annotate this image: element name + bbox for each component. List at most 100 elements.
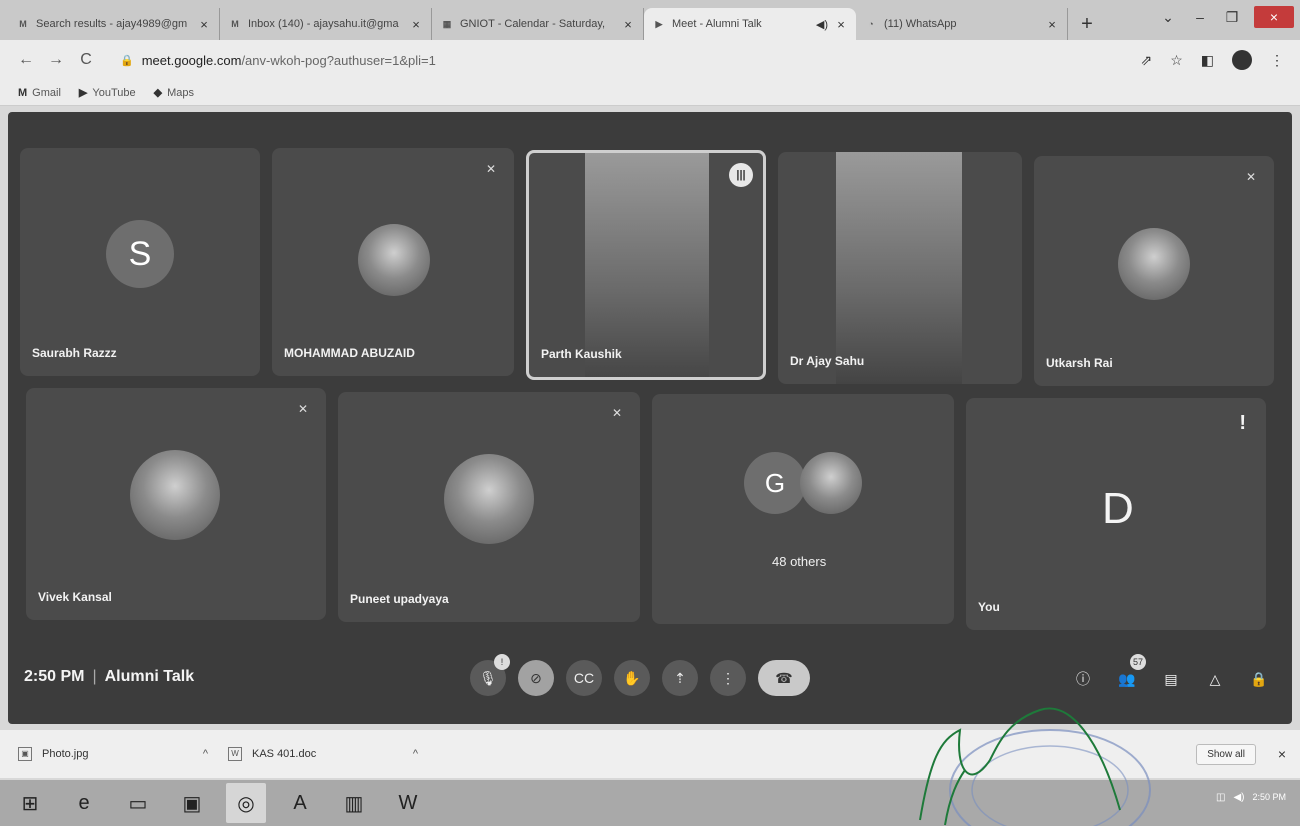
menu-icon[interactable]: ⋮ bbox=[1270, 52, 1284, 69]
participant-tile[interactable]: Dr Ajay Sahu bbox=[778, 152, 1022, 384]
camera-button[interactable]: ⊘ bbox=[518, 660, 554, 696]
word-icon[interactable]: W bbox=[388, 783, 428, 823]
tab-meet[interactable]: ▶ Meet - Alumni Talk ◀) × bbox=[644, 8, 856, 40]
maximize-icon[interactable]: ❐ bbox=[1222, 9, 1242, 26]
host-controls-icon[interactable]: 🔒 bbox=[1248, 668, 1270, 690]
present-button[interactable]: ⇡ bbox=[662, 660, 698, 696]
alert-icon[interactable]: ! bbox=[1239, 412, 1246, 435]
bookmark-youtube[interactable]: ▶ YouTube bbox=[79, 86, 136, 100]
new-tab-button[interactable]: + bbox=[1072, 8, 1102, 40]
participant-tile[interactable]: S Saurabh Razzz bbox=[20, 148, 260, 376]
video-feed bbox=[585, 153, 709, 377]
bookmark-label: YouTube bbox=[92, 86, 136, 99]
whatsapp-icon: ◔ bbox=[868, 19, 874, 29]
file-explorer-icon[interactable]: ▭ bbox=[118, 783, 158, 823]
captions-button[interactable]: CC bbox=[566, 660, 602, 696]
bookmark-star-icon[interactable]: ☆ bbox=[1170, 52, 1183, 69]
close-tab-icon[interactable]: × bbox=[834, 17, 848, 32]
people-icon[interactable]: 👥 57 bbox=[1116, 654, 1146, 690]
bookmark-maps[interactable]: ◆ Maps bbox=[153, 86, 194, 100]
leave-call-button[interactable]: ☎ bbox=[758, 660, 810, 696]
speaker-icon[interactable]: ◀) bbox=[816, 18, 828, 31]
participant-tile[interactable]: ✕ Vivek Kansal bbox=[26, 388, 326, 620]
maps-icon: ◆ bbox=[153, 87, 163, 99]
url-field[interactable]: 🔒 meet.google.com/anv-wkoh-pog?authuser=… bbox=[120, 53, 436, 68]
meet-icon: ▶ bbox=[655, 18, 663, 29]
forward-icon[interactable]: → bbox=[44, 51, 68, 69]
volume-icon[interactable]: ◀) bbox=[1233, 792, 1244, 803]
reload-icon[interactable]: C bbox=[74, 51, 98, 69]
tab-search-icon[interactable]: ⌄ bbox=[1158, 9, 1178, 26]
more-vert-icon: ⋮ bbox=[721, 669, 735, 686]
participant-tile-speaking[interactable]: ||| Parth Kaushik bbox=[526, 150, 766, 380]
tab-calendar[interactable]: ▦ GNIOT - Calendar - Saturday, × bbox=[432, 8, 644, 40]
hand-icon: ✋ bbox=[623, 669, 641, 686]
chevron-up-icon[interactable]: ^ bbox=[413, 748, 418, 760]
participant-tile[interactable]: ✕ Puneet upadyaya bbox=[338, 392, 640, 622]
mic-off-icon: ✕ bbox=[485, 162, 497, 176]
meet-stage: S Saurabh Razzz ✕ MOHAMMAD ABUZAID ||| P… bbox=[8, 112, 1292, 724]
activities-icon[interactable]: △ bbox=[1204, 668, 1226, 690]
store-icon[interactable]: ▣ bbox=[172, 783, 212, 823]
taskbar-clock[interactable]: 2:50 PM bbox=[1252, 792, 1286, 803]
meeting-title: Alumni Talk bbox=[104, 668, 195, 685]
back-icon[interactable]: ← bbox=[14, 51, 38, 69]
image-file-icon: ▣ bbox=[18, 747, 32, 761]
info-icon[interactable]: ⓘ bbox=[1072, 668, 1094, 690]
participant-name: Utkarsh Rai bbox=[1046, 356, 1113, 370]
ie-browser-icon[interactable]: e bbox=[64, 783, 104, 823]
captions-icon: CC bbox=[573, 670, 595, 686]
avatar-letter: G bbox=[764, 467, 786, 498]
self-tile[interactable]: ! D You bbox=[966, 398, 1266, 630]
show-all-button[interactable]: Show all bbox=[1196, 744, 1256, 765]
lock-icon[interactable]: 🔒 bbox=[120, 54, 134, 67]
app-icon[interactable]: ▥ bbox=[334, 783, 374, 823]
participant-count-badge: 57 bbox=[1130, 654, 1146, 670]
close-tab-icon[interactable]: × bbox=[1045, 17, 1059, 32]
profile-avatar[interactable] bbox=[1232, 50, 1252, 70]
participant-tile[interactable]: ✕ Utkarsh Rai bbox=[1034, 156, 1274, 386]
more-options-button[interactable]: ⋮ bbox=[710, 660, 746, 696]
downloads-bar: ▣ Photo.jpg ^ W KAS 401.doc ^ Show all × bbox=[0, 730, 1300, 778]
bookmark-label: Maps bbox=[167, 86, 194, 99]
bookmark-gmail[interactable]: M Gmail bbox=[18, 87, 61, 99]
hang-up-icon: ☎ bbox=[775, 669, 793, 686]
participant-tile[interactable]: ✕ MOHAMMAD ABUZAID bbox=[272, 148, 514, 376]
avatar bbox=[1118, 228, 1190, 300]
participant-name: Saurabh Razzz bbox=[32, 346, 117, 360]
mic-icon: 🎙 bbox=[479, 669, 497, 686]
tab-search-results[interactable]: M Search results - ajay4989@gm × bbox=[8, 8, 220, 40]
raise-hand-button[interactable]: ✋ bbox=[614, 660, 650, 696]
close-tab-icon[interactable]: × bbox=[197, 17, 211, 32]
tab-whatsapp[interactable]: ◔ (11) WhatsApp × bbox=[856, 8, 1068, 40]
call-controls: 🎙! ⊘ CC ✋ ⇡ ⋮ ☎ bbox=[470, 654, 810, 696]
download-item[interactable]: W KAS 401.doc ^ bbox=[228, 747, 438, 761]
participant-name: Puneet upadyaya bbox=[350, 592, 449, 606]
close-downloads-icon[interactable]: × bbox=[1278, 746, 1286, 762]
participant-name: Vivek Kansal bbox=[38, 590, 112, 604]
network-icon[interactable]: ◫ bbox=[1216, 792, 1225, 803]
chat-icon[interactable]: ▤ bbox=[1160, 668, 1182, 690]
avatar bbox=[130, 450, 220, 540]
others-count-label: 48 others bbox=[772, 554, 827, 569]
avatar-letter: D bbox=[1102, 484, 1134, 533]
others-tile[interactable]: G 48 others bbox=[652, 394, 954, 624]
camera-off-icon: ⊘ bbox=[530, 669, 542, 686]
close-tab-icon[interactable]: × bbox=[409, 17, 423, 32]
chevron-up-icon[interactable]: ^ bbox=[203, 748, 208, 760]
download-item[interactable]: ▣ Photo.jpg ^ bbox=[18, 747, 228, 761]
acrobat-icon[interactable]: A bbox=[280, 783, 320, 823]
mic-warning-badge: ! bbox=[494, 654, 510, 670]
windows-start-icon[interactable]: ⊞ bbox=[10, 783, 50, 823]
chrome-icon[interactable]: ◎ bbox=[226, 783, 266, 823]
close-tab-icon[interactable]: × bbox=[621, 17, 635, 32]
participant-name: Parth Kaushik bbox=[541, 347, 622, 361]
minimize-icon[interactable]: – bbox=[1190, 9, 1210, 25]
tab-inbox[interactable]: M Inbox (140) - ajaysahu.it@gma × bbox=[220, 8, 432, 40]
close-window-icon[interactable]: × bbox=[1254, 6, 1294, 28]
bookmark-label: Gmail bbox=[32, 86, 61, 99]
share-icon[interactable]: ⇗ bbox=[1140, 52, 1152, 69]
side-panel-icon[interactable]: ◧ bbox=[1201, 52, 1214, 69]
mic-button[interactable]: 🎙! bbox=[470, 654, 510, 696]
avatar-letter: S bbox=[128, 234, 152, 273]
